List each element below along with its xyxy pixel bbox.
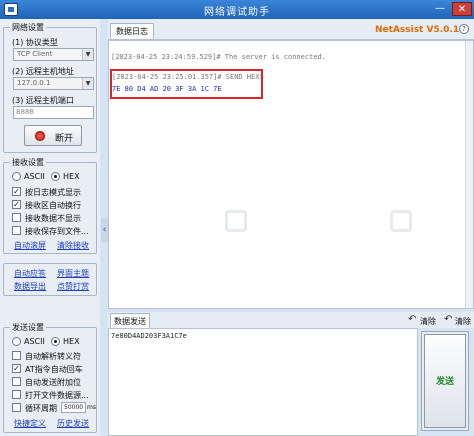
data-export-link[interactable]: 数据导出 <box>14 281 46 292</box>
send-option-checkbox[interactable]: ✓ <box>12 364 21 373</box>
network-settings-legend: 网络设置 <box>10 23 46 33</box>
log-line: [2023-04-25 23:24:59.529]# The server is… <box>111 53 326 61</box>
protocol-select[interactable]: TCP Client ▼ <box>13 48 94 61</box>
receive-tab-bar: 数据日志 NetAssist V5.0.1 ? <box>108 19 474 40</box>
port-input[interactable]: 8888 <box>13 106 94 119</box>
clear-history-button[interactable]: 清除 <box>455 316 471 327</box>
tab-data-send[interactable]: 数据发送 <box>110 313 150 328</box>
send-hex-radio[interactable] <box>51 337 60 346</box>
receive-option-checkbox[interactable]: ✓ <box>12 187 21 196</box>
network-settings-group: 网络设置 (1) 协议类型 TCP Client ▼ (2) 远程主机地址 12… <box>3 23 97 153</box>
host-select[interactable]: 127.0.0.1 ▼ <box>13 77 94 90</box>
clear-arrow-icon[interactable]: ↶ <box>408 314 416 325</box>
watermark-logo-icon <box>390 210 412 232</box>
send-ascii-radio[interactable] <box>12 337 21 346</box>
app-brand: NetAssist V5.0.1 <box>375 25 460 35</box>
receive-option-label: 接收区自动换行 <box>25 201 81 210</box>
disconnect-button[interactable]: 断开 <box>24 125 82 146</box>
send-input-area[interactable]: 7e80D4AD203F3A1C7e <box>108 328 418 436</box>
receive-option-label: 接收保存到文件... <box>25 227 89 236</box>
send-ascii-label: ASCII <box>24 337 45 346</box>
protocol-label: (1) 协议类型 <box>12 38 58 47</box>
disconnect-label: 断开 <box>55 134 74 144</box>
send-option-checkbox[interactable] <box>12 403 21 412</box>
send-option-label: 自动发送附加位 <box>25 378 81 387</box>
left-settings-panel: 网络设置 (1) 协议类型 TCP Client ▼ (2) 远程主机地址 12… <box>0 19 100 436</box>
cycle-unit: ms <box>87 404 96 411</box>
connection-status-icon <box>35 131 45 141</box>
window-title: 网络调试助手 <box>204 7 270 18</box>
receive-option-checkbox[interactable]: ✓ <box>12 200 21 209</box>
send-option-label: 打开文件数据源... <box>25 391 89 400</box>
clear-send-button[interactable]: 清除 <box>420 316 436 327</box>
chevron-down-icon: ▼ <box>82 49 93 60</box>
send-button[interactable]: 发送 <box>424 334 466 428</box>
close-button[interactable]: ✕ <box>452 2 472 16</box>
chevron-down-icon: ▼ <box>82 78 93 89</box>
send-option-label: 自动解析转义符 <box>25 352 81 361</box>
clear-arrow-icon[interactable]: ↶ <box>444 314 452 325</box>
send-option-checkbox[interactable] <box>12 377 21 386</box>
ui-theme-link[interactable]: 界面主题 <box>57 268 89 279</box>
send-option-checkbox[interactable] <box>12 351 21 360</box>
receive-settings-group: 接收设置 ASCII HEX ✓ 按日志模式显示 ✓ 接收区自动换行 接收数据不… <box>3 158 97 254</box>
receive-settings-legend: 接收设置 <box>10 158 46 168</box>
receive-hex-radio[interactable] <box>51 172 60 181</box>
send-text: 7e80D4AD203F3A1C7e <box>111 332 187 340</box>
clear-receive-link[interactable]: 清除接收 <box>57 240 89 251</box>
tools-group: 自动应答 界面主题 数据导出 点赞打赏 <box>3 263 97 296</box>
cycle-label: 循环周期 <box>25 404 57 413</box>
receive-option-label: 按日志模式显示 <box>25 188 81 197</box>
send-history-link[interactable]: 历史发送 <box>57 418 89 429</box>
highlight-box <box>110 69 263 99</box>
receive-option-checkbox[interactable] <box>12 226 21 235</box>
host-value: 127.0.0.1 <box>17 79 51 87</box>
host-label: (2) 远程主机地址 <box>12 67 74 76</box>
cycle-period-input[interactable]: 50000 <box>61 402 86 413</box>
receive-option-checkbox[interactable] <box>12 213 21 222</box>
donate-link[interactable]: 点赞打赏 <box>57 281 89 292</box>
watermark-logo-icon <box>225 210 247 232</box>
quick-define-link[interactable]: 快捷定义 <box>14 418 46 429</box>
send-settings-legend: 发送设置 <box>10 323 46 333</box>
protocol-value: TCP Client <box>17 50 53 58</box>
receive-scrollbar[interactable] <box>465 41 473 308</box>
help-icon[interactable]: ? <box>459 24 469 34</box>
send-tab-bar: 数据发送 ↶ 清除 ↶ 清除 <box>108 312 474 328</box>
collapse-panel-handle[interactable]: ‹ <box>101 218 108 242</box>
port-label: (3) 远程主机端口 <box>12 96 74 105</box>
send-settings-group: 发送设置 ASCII HEX 自动解析转义符 ✓ AT指令自动回车 自动发送附加… <box>3 323 97 433</box>
auto-scroll-link[interactable]: 自动滚屏 <box>14 240 46 251</box>
send-hex-label: HEX <box>63 337 80 346</box>
tab-data-log[interactable]: 数据日志 <box>110 23 154 39</box>
send-option-label: AT指令自动回车 <box>25 365 83 374</box>
auto-reply-link[interactable]: 自动应答 <box>14 268 46 279</box>
receive-ascii-label: ASCII <box>24 172 45 181</box>
send-option-checkbox[interactable] <box>12 390 21 399</box>
receive-option-label: 接收数据不显示 <box>25 214 81 223</box>
receive-hex-label: HEX <box>63 172 80 181</box>
receive-ascii-radio[interactable] <box>12 172 21 181</box>
minimize-button[interactable]: — <box>432 2 448 16</box>
